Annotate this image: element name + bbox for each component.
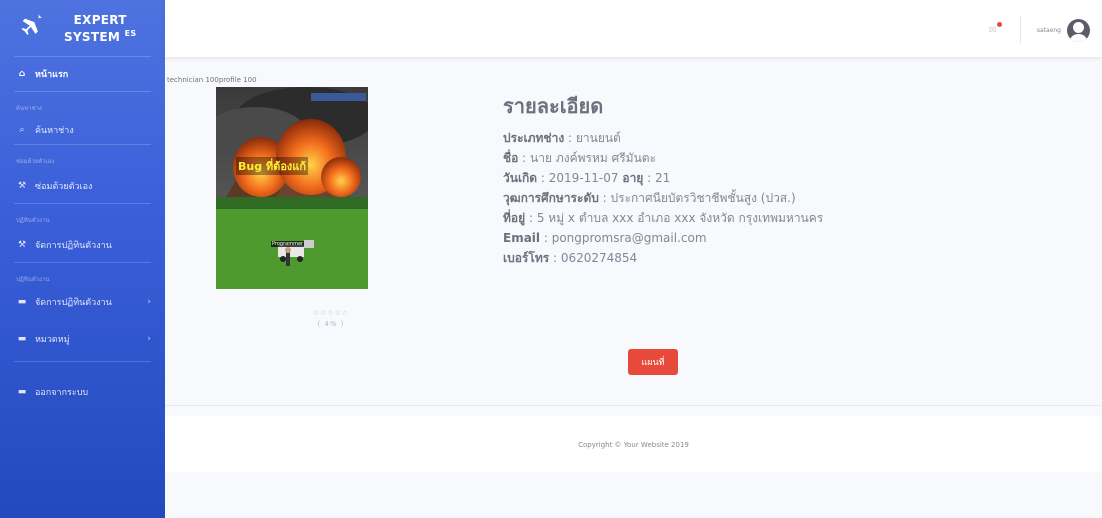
wrench-icon: ⚒ (17, 240, 27, 250)
detail-label: อายุ (622, 171, 644, 185)
detail-label: วุฒการศึกษาระดับ (503, 191, 599, 205)
sidebar-heading-self-repair: ซ่อมด้วยตัวเอง (16, 158, 55, 165)
sidebar-heading-search: ค้นหาช่าง (16, 105, 42, 112)
footer: Copyright © Your Website 2019 (165, 416, 1102, 472)
content-divider (165, 405, 1102, 406)
search-icon: ⌕ (19, 125, 25, 135)
detail-label: ชื่อ (503, 151, 519, 165)
detail-email: Email : pongpromsra@gmail.com (503, 231, 707, 245)
envelope-icon[interactable]: ✉ (986, 22, 1002, 37)
home-icon: ⌂ (18, 69, 26, 79)
detail-value: 0620274854 (560, 251, 638, 265)
detail-address: ที่อยู่ : 5 หมู่ x ตำบล xxx อำเภอ xxx จั… (503, 211, 824, 225)
chevron-right-icon: › (147, 297, 151, 307)
sidebar-item-home[interactable]: ⌂ หน้าแรก (0, 57, 165, 91)
folder-icon: ▬ (17, 297, 27, 307)
detail-value: ประกาศนียบัตรวิชาชีพชั้นสูง (ปวส.) (610, 191, 796, 205)
detail-name: ชื่อ : นาย ภงค์พรหม ศรีมันตะ (503, 151, 657, 165)
photo-caption: Bug ที่ต้องแก้ (236, 157, 309, 175)
map-button[interactable]: แผนที่ (628, 349, 678, 375)
sidebar-item-label: หน้าแรก (35, 70, 69, 80)
rating-percent: ( 4% ) (317, 320, 345, 328)
details-panel: รายละเอียด ประเภทช่าง : ยานยนต์ ชื่อ : น… (503, 90, 823, 268)
sidebar-heading-calendar-2: ปฏิทินตัวงาน (16, 276, 50, 283)
sidebar-item-label: จัดการปฏิทินตัวงาน (35, 241, 112, 251)
detail-type: ประเภทช่าง : ยานยนต์ (503, 131, 621, 145)
sidebar-heading-calendar: ปฏิทินตัวงาน (16, 217, 50, 224)
detail-value: นาย ภงค์พรหม ศรีมันตะ (530, 151, 657, 165)
sidebar-item-self-repair[interactable]: ⚒ ซ่อมด้วยตัวเอง (0, 169, 165, 203)
sidebar-item-manage-calendar[interactable]: ⚒ จัดการปฏิทินตัวงาน (0, 228, 165, 262)
topbar-divider (1019, 16, 1021, 44)
rating-stars: ☆☆☆☆☆ (312, 309, 350, 317)
detail-label: เบอร์โทร (503, 251, 550, 265)
detail-education: วุฒการศึกษาระดับ : ประกาศนียบัตรวิชาชีพช… (503, 191, 796, 205)
details-title: รายละเอียด (503, 94, 604, 118)
sidebar-item-label: จัดการปฏิทินตัวงาน (35, 298, 112, 308)
airplane-icon (21, 14, 43, 35)
detail-label: วันเกิด (503, 171, 538, 185)
avatar[interactable] (1067, 18, 1090, 42)
brand-suffix: ES (124, 28, 137, 38)
brand-line1: EXPERT (73, 12, 127, 27)
detail-value: pongpromsra@gmail.com (551, 231, 707, 245)
profile-photo-art (216, 87, 368, 289)
brand-text: EXPERT SYSTEM ES (64, 13, 136, 44)
photo-label: Programmer (271, 241, 305, 247)
brand[interactable]: EXPERT SYSTEM ES (0, 0, 165, 56)
detail-label: ประเภทช่าง (503, 131, 565, 145)
profile-photo: Bug ที่ต้องแก้ Programmer (216, 87, 368, 289)
folder-icon: ▬ (17, 387, 27, 397)
sidebar: EXPERT SYSTEM ES ⌂ หน้าแรก ค้นหาช่าง ⌕ ค… (0, 0, 165, 518)
sidebar-item-search-technician[interactable]: ⌕ ค้นหาช่าง (0, 116, 165, 144)
topbar-right: ✉ sataeng (986, 16, 1090, 44)
detail-value: 5 หมู่ x ตำบล xxx อำเภอ xxx จังหวัด กรุง… (536, 211, 824, 225)
detail-label: Email (503, 231, 541, 245)
detail-value: ยานยนต์ (575, 131, 621, 145)
rating: ☆☆☆☆☆ ( 4% ) (216, 308, 446, 330)
notification-dot (996, 22, 1002, 27)
sidebar-item-label: หมวดหมู่ (35, 335, 70, 345)
image-alt-text: technician 100profile 100 (167, 76, 257, 84)
sidebar-item-logout[interactable]: ▬ ออกจากระบบ (0, 362, 165, 422)
brand-line2: SYSTEM (64, 29, 121, 44)
sidebar-item-label: ค้นหาช่าง (35, 126, 74, 136)
sidebar-item-label: ออกจากระบบ (35, 388, 89, 398)
detail-value: 2019-11-07 (548, 171, 619, 185)
footer-copyright: Copyright © Your Website 2019 (578, 441, 689, 449)
folder-icon: ▬ (17, 334, 27, 344)
sidebar-item-label: ซ่อมด้วยตัวเอง (35, 182, 93, 192)
detail-phone: เบอร์โทร : 0620274854 (503, 251, 638, 265)
chevron-right-icon: › (147, 334, 151, 344)
sidebar-item-category[interactable]: ▬ หมวดหมู่ › (0, 317, 165, 361)
topbar: ✉ sataeng (165, 0, 1102, 57)
detail-birthdate: วันเกิด : 2019-11-07 อายุ : 21 (503, 171, 671, 185)
sidebar-item-manage-calendar-collapse[interactable]: ▬ จัดการปฏิทินตัวงาน › (0, 287, 165, 317)
wrench-icon: ⚒ (17, 181, 27, 191)
detail-value: 21 (655, 171, 671, 185)
username[interactable]: sataeng (1037, 27, 1061, 34)
detail-label: ที่อยู่ (503, 211, 526, 225)
